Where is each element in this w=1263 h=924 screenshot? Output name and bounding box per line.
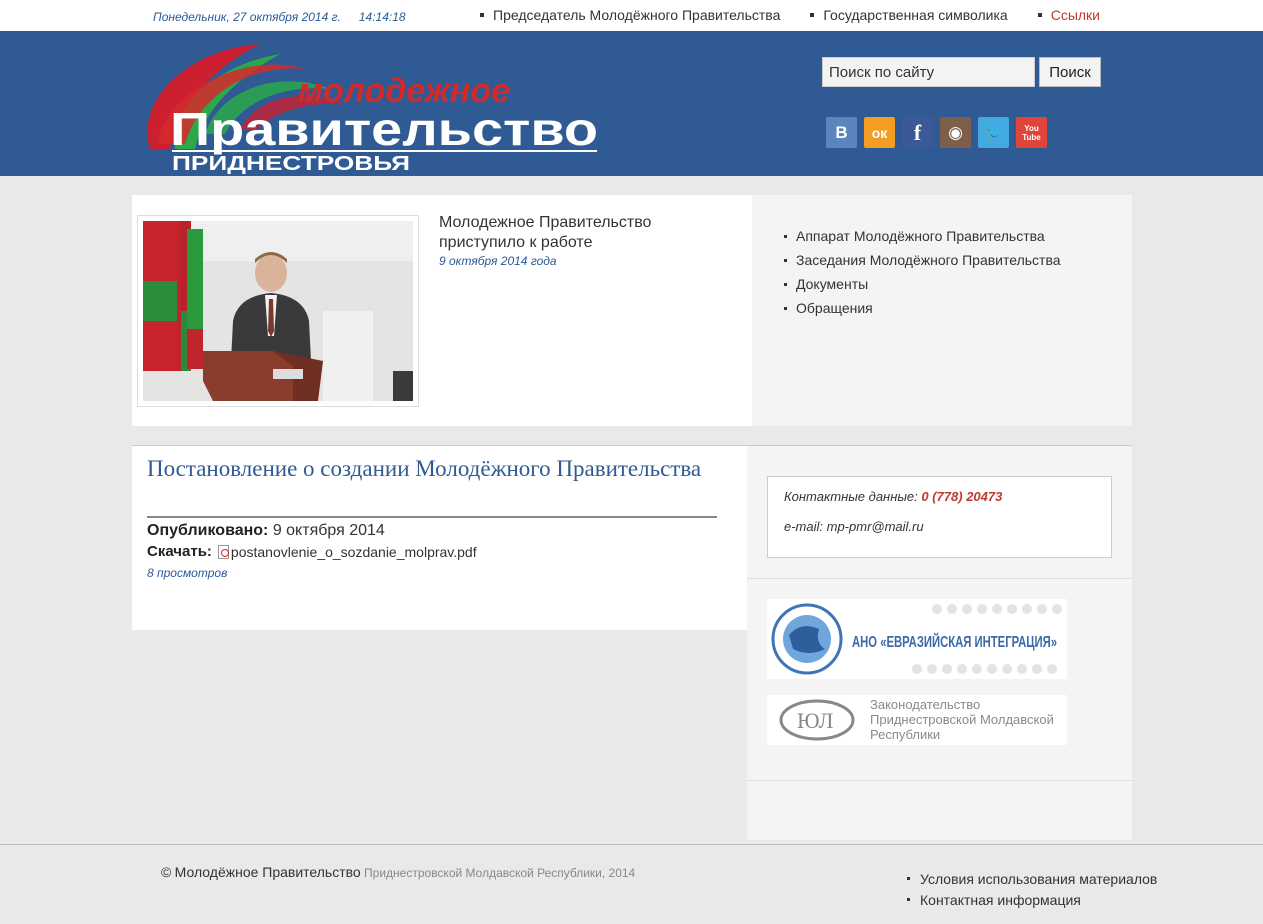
search-button[interactable]: Поиск	[1039, 57, 1101, 87]
speaker-photo	[143, 221, 413, 401]
bullet-icon	[1037, 13, 1042, 17]
twitter-icon[interactable]: 🐦	[978, 117, 1009, 148]
sidenav-label: Аппарат Молодёжного Правительства	[796, 228, 1045, 244]
eurasian-banner-graphic: АНО «ЕВРАЗИЙСКАЯ ИНТЕГРАЦИЯ»	[767, 599, 1067, 679]
copyright: © Молодёжное Правительство Приднестровск…	[161, 864, 635, 880]
published-label: Опубликовано:	[147, 522, 269, 539]
top-bar: Понедельник, 27 октября 2014 г. 14:14:18 …	[0, 0, 1263, 31]
bullet-icon	[907, 898, 910, 901]
topnav-label: Председатель Молодёжного Правительства	[493, 7, 781, 23]
footer-nav: Условия использования материалов Контакт…	[907, 868, 1157, 910]
published-line: Опубликовано: 9 октября 2014	[147, 522, 385, 540]
sidenav-label: Документы	[796, 276, 869, 292]
featured-news-title[interactable]: Молодежное Правительство приступило к ра…	[439, 213, 729, 253]
footer-label: Условия использования материалов	[920, 870, 1158, 887]
social-links: В ок f ◉ 🐦 You Tube	[826, 117, 1054, 148]
date-text: Понедельник, 27 октября 2014 г.	[153, 10, 341, 24]
sidenav-label: Заседания Молодёжного Правительства	[796, 252, 1061, 268]
sidenav-item-appeals[interactable]: Обращения	[784, 296, 1061, 320]
topnav-symbols[interactable]: Государственная символика	[810, 7, 1008, 23]
right-column: Контактные данные: 0 (778) 20473 e-mail:…	[747, 446, 1132, 840]
sidenav-item-apparatus[interactable]: Аппарат Молодёжного Правительства	[784, 224, 1061, 248]
clock-time: 14:14:18	[358, 10, 406, 24]
download-line: Скачать: postanovlenie_o_sozdanie_molpra…	[147, 543, 477, 560]
instagram-icon[interactable]: ◉	[940, 117, 971, 148]
title-rule	[147, 516, 717, 518]
top-nav: Председатель Молодёжного Правительства Г…	[480, 7, 1130, 23]
search-input[interactable]	[822, 57, 1035, 87]
odnoklassniki-icon[interactable]: ок	[864, 117, 895, 148]
topnav-label: Ссылки	[1050, 7, 1101, 23]
topnav-links[interactable]: Ссылки	[1037, 7, 1101, 23]
footer-label: Контактная информация	[920, 891, 1081, 908]
contact-label: Контактные данные:	[784, 489, 918, 504]
bullet-icon	[907, 877, 910, 880]
banner2-line2: Приднестровской Молдавской	[870, 712, 1054, 727]
bullet-icon	[784, 258, 787, 262]
copyright-rest: Приднестровской Молдавской Республики, 2…	[364, 866, 636, 880]
download-label: Скачать:	[147, 543, 212, 560]
contact-phone: 0 (778) 20473	[921, 489, 1003, 504]
sidenav-item-sessions[interactable]: Заседания Молодёжного Правительства	[784, 248, 1061, 272]
legislation-banner-graphic: ЮЛ Законодательство Приднестровской Молд…	[767, 695, 1067, 745]
download-link[interactable]: postanovlenie_o_sozdanie_molprav.pdf	[217, 543, 477, 560]
vk-icon[interactable]: В	[826, 117, 857, 148]
divider	[747, 578, 1132, 579]
eurasian-integration-banner[interactable]: АНО «ЕВРАЗИЙСКАЯ ИНТЕГРАЦИЯ»	[767, 599, 1067, 679]
view-count: 8 просмотров	[147, 566, 228, 580]
facebook-icon[interactable]: f	[902, 117, 933, 148]
site-header: молодежное Правительство ПРИДНЕСТРОВЬЯ П…	[0, 31, 1263, 176]
footer-divider	[0, 844, 1263, 845]
site-logo[interactable]: молодежное Правительство ПРИДНЕСТРОВЬЯ	[130, 39, 610, 174]
copyright-main: Молодёжное Правительство	[174, 864, 361, 880]
logo-line3: ПРИДНЕСТРОВЬЯ	[172, 153, 410, 174]
contact-phone-row: Контактные данные: 0 (778) 20473	[784, 489, 1095, 519]
youtube-icon[interactable]: You Tube	[1016, 117, 1047, 148]
divider	[747, 780, 1132, 781]
published-value: 9 октября 2014	[272, 522, 385, 539]
contact-email[interactable]: e-mail: mp-pmr@mail.ru	[784, 519, 1095, 549]
bullet-icon	[810, 13, 815, 17]
file-name: postanovlenie_o_sozdanie_molprav.pdf	[230, 543, 477, 560]
sidenav-label: Обращения	[796, 300, 873, 316]
topnav-label: Государственная символика	[823, 7, 1008, 23]
footer-item-contacts[interactable]: Контактная информация	[907, 889, 1157, 910]
bullet-icon	[480, 13, 484, 17]
contact-box: Контактные данные: 0 (778) 20473 e-mail:…	[767, 476, 1112, 558]
sidenav-item-documents[interactable]: Документы	[784, 272, 1061, 296]
site-search: Поиск	[822, 57, 1101, 87]
banner2-line1: Законодательство	[870, 697, 980, 712]
bullet-icon	[784, 282, 787, 286]
banner1-text: АНО «ЕВРАЗИЙСКАЯ ИНТЕГРАЦИЯ»	[852, 632, 1057, 651]
banner2-emblem: ЮЛ	[797, 708, 834, 733]
legislation-banner[interactable]: ЮЛ Законодательство Приднестровской Молд…	[767, 695, 1067, 745]
section-nav: Аппарат Молодёжного Правительства Заседа…	[784, 224, 1061, 320]
topnav-chairman[interactable]: Председатель Молодёжного Правительства	[480, 7, 780, 23]
photo-image	[143, 221, 413, 401]
current-date: Понедельник, 27 октября 2014 г. 14:14:18	[153, 10, 406, 24]
article-title: Постановление о создании Молодёжного Пра…	[147, 456, 702, 481]
featured-news-date: 9 октября 2014 года	[439, 254, 557, 268]
article: Постановление о создании Молодёжного Пра…	[132, 446, 748, 630]
featured-panel: Молодежное Правительство приступило к ра…	[132, 195, 1132, 426]
copyright-sign: ©	[161, 864, 172, 880]
featured-photo[interactable]	[137, 215, 419, 407]
bullet-icon	[784, 234, 787, 238]
banner2-line3: Республики	[870, 727, 940, 742]
footer-item-terms[interactable]: Условия использования материалов	[907, 868, 1157, 889]
logo-line2: Правительство	[170, 103, 598, 155]
bullet-icon	[784, 306, 787, 310]
pdf-icon	[217, 544, 229, 559]
